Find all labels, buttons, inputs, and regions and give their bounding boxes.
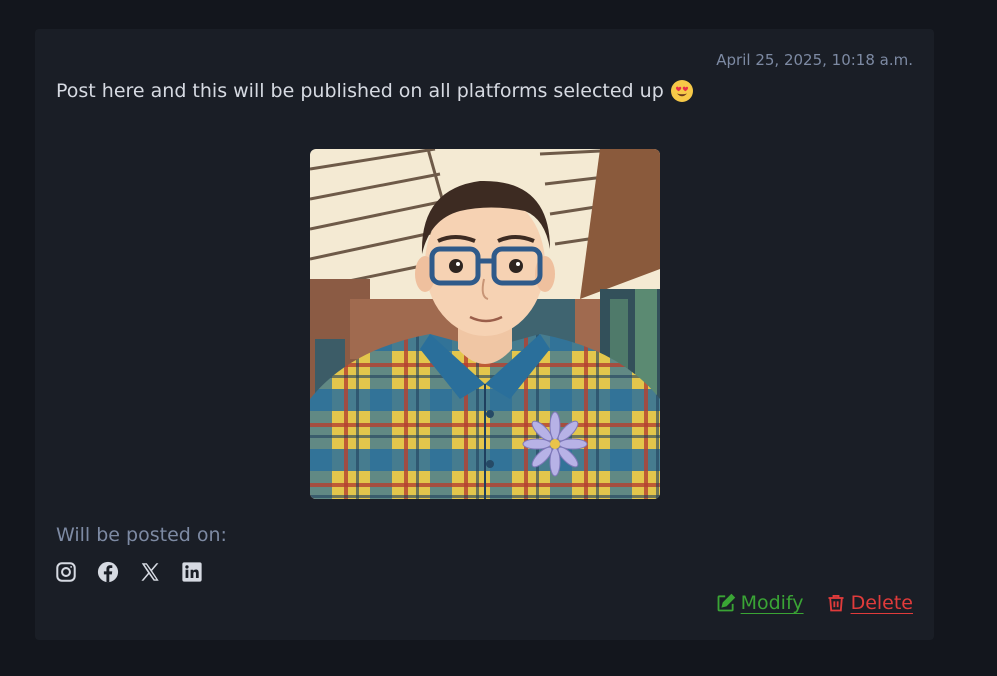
- linkedin-icon: [181, 561, 203, 583]
- facebook-icon: [97, 561, 119, 583]
- post-actions: Modify Delete: [716, 592, 913, 614]
- post-image[interactable]: [310, 149, 660, 499]
- page: April 25, 2025, 10:18 a.m. Post here and…: [0, 0, 997, 676]
- platform-icons: [55, 561, 203, 583]
- post-text-row: Post here and this will be published on …: [56, 79, 694, 103]
- post-timestamp: April 25, 2025, 10:18 a.m.: [716, 51, 913, 69]
- delete-label: Delete: [850, 592, 913, 614]
- portrait-illustration: [310, 149, 660, 499]
- post-text: Post here and this will be published on …: [56, 80, 664, 102]
- posted-on-label: Will be posted on:: [56, 524, 227, 546]
- trash-icon: [826, 593, 846, 613]
- modify-label: Modify: [740, 592, 804, 614]
- modify-button[interactable]: Modify: [716, 592, 804, 614]
- post-card: April 25, 2025, 10:18 a.m. Post here and…: [35, 29, 934, 640]
- heart-eyes-emoji-icon: [670, 79, 694, 103]
- delete-button[interactable]: Delete: [826, 592, 913, 614]
- edit-icon: [716, 593, 736, 613]
- x-icon: [139, 561, 161, 583]
- instagram-icon: [55, 561, 77, 583]
